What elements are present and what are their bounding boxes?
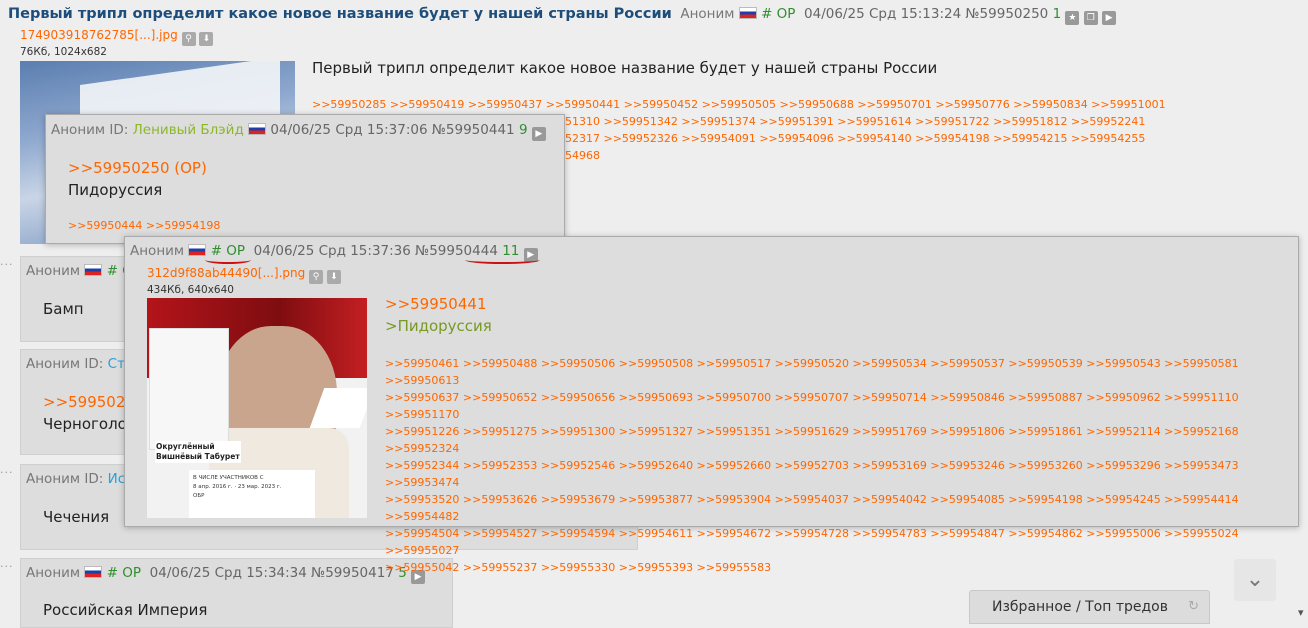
scroll-arrow-icon[interactable]: ▾ (1298, 606, 1304, 619)
post-number[interactable]: №59950441 (432, 122, 515, 138)
op-reply-links-3[interactable]: 52317 >>59952326 >>59954091 >>59954096 >… (565, 130, 1145, 147)
op-file-line: 174903918762785[...].jpg ⚲ ⬇ (20, 28, 214, 46)
poster-name: Аноним (51, 122, 106, 138)
refresh-icon[interactable]: ↻ (1188, 599, 1199, 614)
poster-name: Аноним (26, 356, 81, 372)
post-number[interactable]: №59950444 (415, 243, 540, 264)
play-menu-icon[interactable]: ▶ (531, 127, 546, 141)
op-file-name[interactable]: 174903918762785[...].jpg (20, 28, 178, 42)
post-date: 04/06/25 Срд 15:13:24 (804, 6, 962, 22)
scroll-down-button[interactable]: ⌄ (1234, 559, 1276, 601)
copy-icon[interactable]: ❐ (1083, 11, 1098, 25)
russia-flag-icon (84, 566, 103, 578)
reply-links-row[interactable]: >>59953520 >>59953626 >>59953679 >>59953… (385, 491, 1298, 525)
russia-flag-icon (738, 7, 757, 19)
reply-links-block: >>59950461 >>59950488 >>59950506 >>59950… (385, 355, 1298, 576)
file-name[interactable]: 312d9f88ab44490[...].png (147, 266, 305, 280)
post-text: Черноголо (43, 415, 127, 433)
reply-links-row[interactable]: >>59950637 >>59950652 >>59950656 >>59950… (385, 389, 1298, 423)
thread-dots: ··· (0, 466, 14, 479)
post-preview-popup-1: Аноним ID: Ленивый Блэйд 04/06/25 Срд 15… (45, 114, 565, 244)
download-icon[interactable]: ⬇ (326, 270, 341, 284)
post-date: 04/06/25 Срд 15:34:34 (149, 565, 307, 581)
poster-id: Ленивый Блэйд (132, 122, 244, 138)
op-body-text: Первый трипл определит какое новое назва… (312, 59, 938, 77)
favorites-top-threads-button[interactable]: Избранное / Топ тредов ↻ (969, 590, 1210, 624)
thread-dots: ··· (0, 560, 14, 573)
post-text: Чечения (43, 508, 110, 526)
poster-name: Аноним (26, 263, 81, 279)
thread-dots: ··· (0, 258, 14, 271)
reply-links-row[interactable]: >>59955042 >>59955237 >>59955330 >>59955… (385, 559, 1298, 576)
post-number[interactable]: №59950250 (966, 6, 1049, 22)
russia-flag-icon (188, 244, 207, 256)
download-icon[interactable]: ⬇ (199, 32, 214, 46)
post-text: Пидоруссия (68, 181, 163, 199)
post-preview-popup-2: Аноним # OP 04/06/25 Срд 15:37:36 №59950… (124, 236, 1299, 574)
reply-count: 9 (518, 122, 528, 138)
post-date: 04/06/25 Срд 15:37:36 (253, 243, 411, 259)
overlay-caption: Округлённый Вишнёвый Табурет (155, 441, 241, 463)
star-icon[interactable]: ★ (1065, 11, 1080, 25)
quote-link[interactable]: >>5995025 (43, 393, 135, 411)
poster-name: Аноним (26, 471, 81, 487)
op-reply-links-4[interactable]: 54968 (565, 147, 600, 164)
search-image-icon[interactable]: ⚲ (309, 270, 324, 284)
op-tag: # OP (761, 6, 796, 22)
reply-links[interactable]: >>59950444 >>59954198 (68, 217, 220, 234)
post-text: Бамп (43, 300, 84, 318)
op-tag: # OP (204, 243, 252, 264)
op-file-info: 76Кб, 1024x682 (20, 46, 107, 58)
search-image-icon[interactable]: ⚲ (181, 32, 196, 46)
poster-name: Аноним (680, 6, 735, 22)
reply-links-row[interactable]: >>59952344 >>59952353 >>59952546 >>59952… (385, 457, 1298, 491)
id-label: ID: (109, 122, 129, 138)
id-label: ID: (84, 471, 104, 487)
op-reply-links-1[interactable]: >>59950285 >>59950419 >>59950437 >>59950… (312, 96, 1166, 113)
reply-links-row[interactable]: >>59951226 >>59951275 >>59951300 >>59951… (385, 423, 1298, 457)
quote-link[interactable]: >>59950441 (385, 295, 486, 313)
overlay-card: В ЧИСЛЕ УЧАСТНИКОВ С 8 апр. 2016 г. · 23… (189, 470, 315, 518)
file-info: 434Кб, 640x640 (147, 284, 234, 296)
id-label: ID: (84, 356, 104, 372)
poster-name: Аноним (130, 243, 185, 259)
russia-flag-icon (84, 264, 103, 276)
post-number[interactable]: №59950417 (311, 565, 394, 581)
overlay-list (149, 328, 229, 450)
play-menu-icon[interactable]: ▶ (1102, 11, 1117, 25)
post-image-thumbnail[interactable]: Округлённый Вишнёвый Табурет В ЧИСЛЕ УЧА… (147, 298, 367, 518)
op-post-header: Первый трипл определит какое новое назва… (8, 6, 1117, 25)
post-date: 04/06/25 Срд 15:37:06 (270, 122, 428, 138)
reply-links-row[interactable]: >>59954504 >>59954527 >>59954594 >>59954… (385, 525, 1298, 559)
favorites-label: Избранное / Топ тредов (992, 599, 1168, 615)
op-tag: # OP (106, 565, 142, 581)
post-text: Российская Империя (43, 601, 208, 619)
quote-link[interactable]: >>59950250 (OP) (68, 159, 207, 177)
red-underline-mark (204, 256, 252, 264)
russia-flag-icon (248, 123, 267, 135)
poster-name: Аноним (26, 565, 81, 581)
red-underline-mark (465, 256, 540, 264)
reply-links-row[interactable]: >>59950461 >>59950488 >>59950506 >>59950… (385, 355, 1298, 389)
greentext: >Пидоруссия (385, 317, 492, 335)
thread-subject: Первый трипл определит какое новое назва… (8, 6, 672, 22)
chevron-down-icon: ⌄ (1245, 567, 1265, 592)
op-reply-links-2[interactable]: 51310 >>59951342 >>59951374 >>59951391 >… (565, 113, 1145, 130)
reply-count: 1 (1052, 6, 1062, 22)
